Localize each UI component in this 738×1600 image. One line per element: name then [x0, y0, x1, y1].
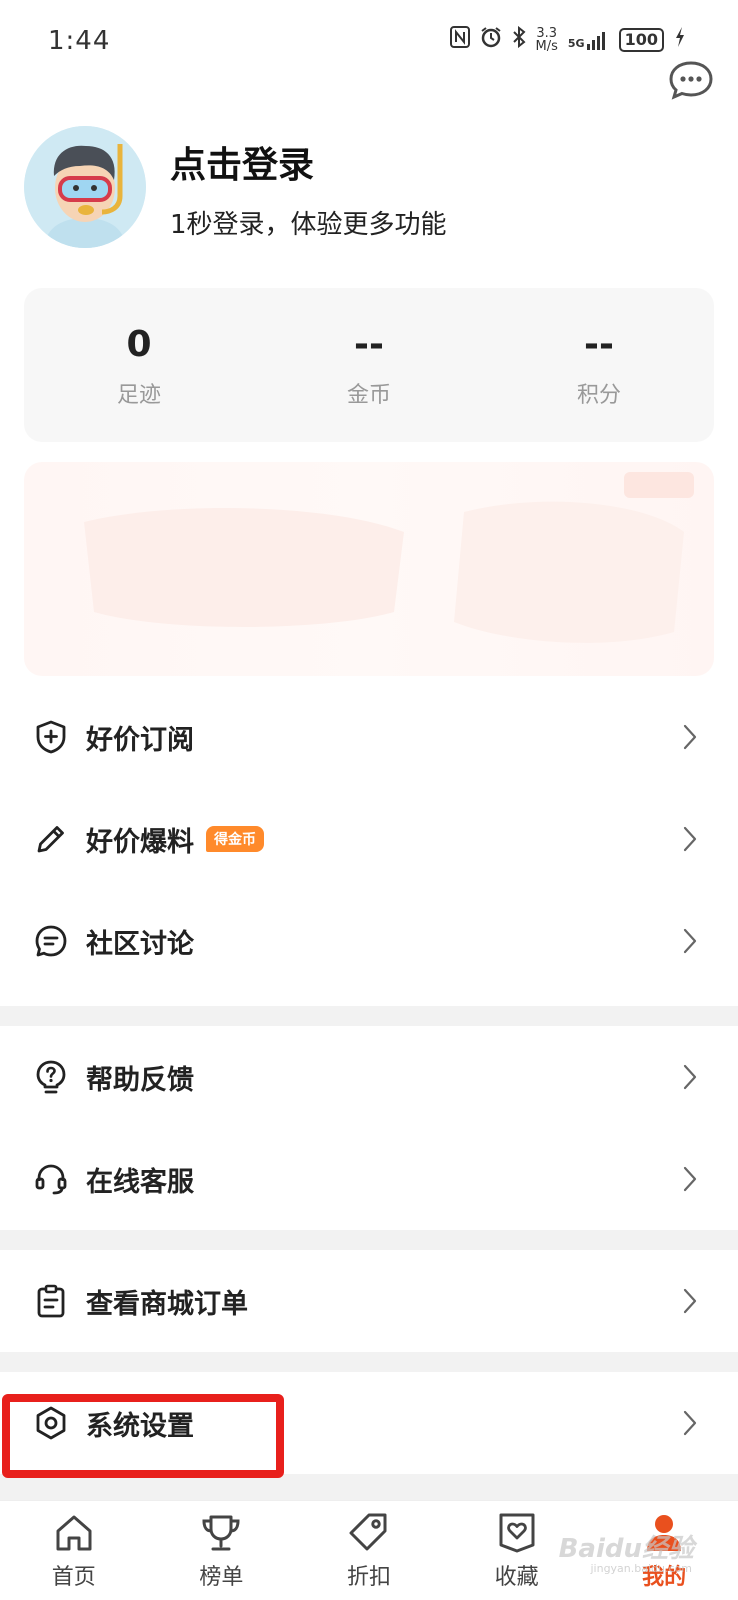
stat-label: 金币	[346, 383, 391, 408]
menu-item-help-feedback[interactable]: 帮助反馈	[0, 1026, 738, 1128]
pencil-icon	[34, 822, 68, 856]
menu-item-label: 在线客服	[86, 1166, 194, 1198]
watermark-logo: Baidu经验	[558, 1534, 694, 1564]
stat-label: 足迹	[116, 383, 161, 408]
signal-icon: 5G	[568, 30, 609, 50]
menu-item-online-service[interactable]: 在线客服	[0, 1128, 738, 1230]
stat-value: --	[584, 324, 614, 365]
help-bulb-icon	[34, 1060, 68, 1094]
chevron-right-icon	[682, 1409, 698, 1437]
net-speed-value: 3.3	[536, 25, 558, 41]
watermark-url: jingyan.baidu.com	[590, 1562, 692, 1575]
heart-box-icon	[499, 1513, 535, 1553]
menu-item-label: 好价爆料	[86, 826, 194, 858]
alarm-icon	[480, 26, 502, 53]
menu-item-label: 社区讨论	[86, 928, 194, 960]
section-divider	[0, 1230, 738, 1250]
trophy-icon	[202, 1515, 240, 1551]
menu-group-support: 帮助反馈 在线客服	[0, 1026, 738, 1230]
menu-item-label: 查看商城订单	[86, 1288, 248, 1320]
menu-item-label: 帮助反馈	[86, 1064, 194, 1096]
tab-rankings[interactable]: 榜单	[148, 1501, 296, 1600]
highlight-annotation-box	[2, 1394, 284, 1478]
status-icons: 3.3 M/s 5G 100	[449, 25, 686, 53]
chat-bubble-icon	[34, 924, 68, 958]
chevron-right-icon	[682, 825, 698, 853]
charging-icon	[674, 26, 686, 53]
tab-label: 折扣	[346, 1565, 391, 1590]
messages-icon[interactable]	[668, 60, 714, 100]
status-time: 1:44	[48, 26, 111, 56]
chevron-right-icon	[682, 927, 698, 955]
login-title[interactable]: 点击登录	[170, 136, 314, 188]
tab-label: 首页	[51, 1565, 96, 1590]
nfc-icon	[449, 26, 470, 53]
stat-coins[interactable]: -- 金币	[254, 288, 484, 442]
login-subtitle[interactable]: 1秒登录，体验更多功能	[170, 204, 447, 241]
profile-page: 1:44 3.3 M/s 5G 100 点击登录 1秒登录，体验更多功能 0 足…	[0, 0, 738, 1600]
headset-icon	[34, 1162, 68, 1196]
earn-coins-badge: 得金币	[206, 826, 264, 852]
menu-item-deal-report[interactable]: 好价爆料 得金币	[0, 788, 738, 890]
status-bar: 1:44 3.3 M/s 5G 100	[0, 0, 738, 84]
chevron-right-icon	[682, 1287, 698, 1315]
stat-points[interactable]: -- 积分	[484, 288, 714, 442]
avatar[interactable]	[24, 126, 146, 248]
net-speed-unit: M/s	[535, 38, 558, 54]
tab-label: 收藏	[494, 1565, 539, 1590]
menu-item-deal-subscription[interactable]: 好价订阅	[0, 686, 738, 788]
menu-item-label: 好价订阅	[86, 724, 194, 756]
section-divider	[0, 1006, 738, 1026]
clipboard-icon	[34, 1284, 68, 1318]
stat-footprints[interactable]: 0 足迹	[24, 288, 254, 442]
stat-value: --	[354, 324, 384, 365]
menu-group-features: 好价订阅 好价爆料 得金币 社区讨论	[0, 686, 738, 992]
signal-label: 5G	[567, 36, 585, 50]
chevron-right-icon	[682, 1165, 698, 1193]
chevron-right-icon	[682, 1063, 698, 1091]
menu-item-mall-orders[interactable]: 查看商城订单	[0, 1250, 738, 1352]
battery-icon: 100	[618, 27, 664, 52]
section-divider	[0, 1352, 738, 1372]
bluetooth-icon	[512, 25, 526, 53]
menu-item-community[interactable]: 社区讨论	[0, 890, 738, 992]
tab-label: 榜单	[199, 1565, 244, 1590]
promo-banner[interactable]	[24, 462, 714, 676]
shield-plus-icon	[34, 720, 68, 754]
net-speed: 3.3 M/s	[536, 27, 558, 53]
chevron-right-icon	[682, 723, 698, 751]
stat-value: 0	[126, 324, 152, 365]
stats-card: 0 足迹 -- 金币 -- 积分	[24, 288, 714, 442]
home-icon	[56, 1515, 92, 1551]
tab-discounts[interactable]: 折扣	[295, 1501, 443, 1600]
tag-icon	[349, 1513, 387, 1551]
menu-group-orders: 查看商城订单	[0, 1250, 738, 1352]
tab-home[interactable]: 首页	[0, 1501, 148, 1600]
stat-label: 积分	[576, 383, 621, 408]
